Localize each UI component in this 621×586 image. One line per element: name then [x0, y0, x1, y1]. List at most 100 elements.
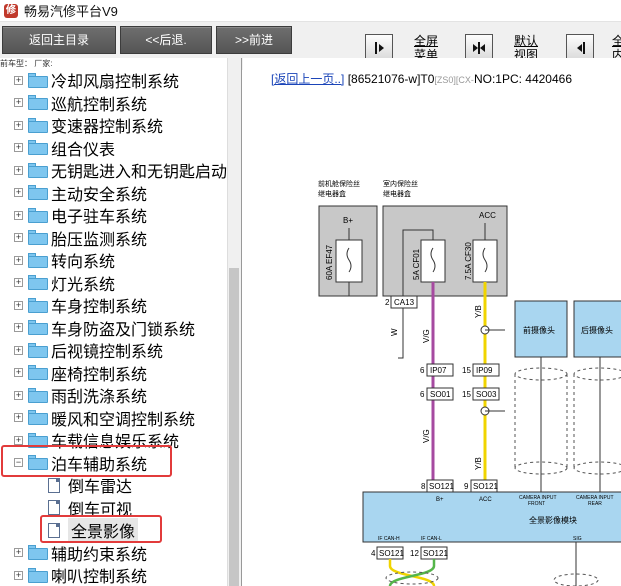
- folder-icon: [28, 387, 48, 403]
- expand-icon[interactable]: +: [14, 75, 23, 85]
- back-button[interactable]: <<后退.: [120, 26, 212, 54]
- tree-item-label: 辅助约束系统: [51, 546, 148, 564]
- fuse-ef47-label: 60A EF47: [325, 244, 334, 280]
- document-icon: [48, 477, 60, 493]
- tree-item[interactable]: + 灯光系统: [0, 272, 115, 294]
- front-fuse-box-title-1: 前机舱保险丝: [318, 179, 360, 188]
- highlight-panoramic-view: [40, 515, 162, 543]
- tree-item-label: 车身控制系统: [51, 299, 148, 316]
- expand-icon[interactable]: +: [14, 390, 23, 400]
- expand-icon[interactable]: +: [14, 255, 23, 265]
- tree-scrollbar[interactable]: [227, 58, 241, 586]
- expand-icon[interactable]: +: [14, 188, 23, 197]
- interior-fuse-box-title-1: 室内保险丝: [383, 179, 418, 188]
- tree-item[interactable]: + 后视镜控制系统: [0, 339, 163, 361]
- tree-item[interactable]: + 车身防盗及门锁系统: [0, 317, 195, 339]
- connector-so01-label: SO01: [430, 390, 451, 399]
- expand-icon[interactable]: +: [14, 368, 23, 377]
- tree-item[interactable]: + 巡航控制系统: [0, 92, 147, 114]
- tree-item[interactable]: + 喇叭控制系统: [0, 564, 147, 586]
- tree-item[interactable]: + 暖风和空调控制系统: [0, 407, 195, 429]
- pin-15b-label: 15: [462, 390, 471, 399]
- expand-icon[interactable]: +: [14, 548, 23, 557]
- fuse-cf01: [420, 239, 446, 283]
- connector-so121-b-label: SO121: [473, 482, 498, 491]
- folder-icon: [28, 275, 48, 290]
- expand-icon[interactable]: +: [14, 165, 23, 175]
- tree-item[interactable]: + 冷却风扇控制系统: [0, 69, 179, 91]
- expand-icon[interactable]: +: [14, 300, 23, 310]
- tree-item[interactable]: + 辅助约束系统: [0, 542, 147, 564]
- tree-item-label: 胎压监测系统: [51, 231, 148, 249]
- pin-4-label: 4: [371, 549, 376, 558]
- expand-icon[interactable]: +: [14, 98, 23, 107]
- expand-icon[interactable]: +: [14, 120, 23, 130]
- tree-item[interactable]: + 转向系统: [0, 249, 115, 271]
- tree-item[interactable]: + 无钥匙进入和无钥匙启动: [0, 159, 227, 181]
- folder-icon: [28, 117, 48, 133]
- folder-icon: [28, 567, 48, 583]
- wire-w-label: W: [390, 328, 399, 336]
- front-fuse-box-title-2: 继电器盒: [318, 189, 346, 198]
- forward-button[interactable]: >>前进: [216, 26, 292, 54]
- tree-item[interactable]: + 主动安全系统: [0, 182, 147, 204]
- tree-item-label: 无钥匙进入和无钥匙启动: [51, 164, 228, 181]
- system-tree-pane: 前车型： 厂家: + 冷却风扇控制系统 + 巡航控制系统 + 变速器控制系统 + 组合仪表 + 无…: [0, 58, 242, 586]
- camera-rear-input-label-2: REAR: [588, 501, 602, 507]
- expand-icon[interactable]: +: [14, 278, 23, 287]
- connector-so121-c-label: SO121: [379, 549, 404, 558]
- tree-item[interactable]: + 电子驻车系统: [0, 204, 147, 226]
- sig-label: SIG: [573, 536, 582, 542]
- highlight-parking-assist: [1, 445, 172, 477]
- window-title: 畅易汽修平台V9: [24, 4, 118, 19]
- tree-item[interactable]: + 雨刮洗涤系统: [0, 384, 147, 406]
- folder-icon: [28, 342, 48, 358]
- tree-item-label: 灯光系统: [51, 276, 116, 294]
- expand-icon[interactable]: +: [14, 233, 23, 242]
- fit-icon: [473, 42, 485, 54]
- tree-item-label: 座椅控制系统: [51, 366, 148, 384]
- pin-8-label: 8: [421, 482, 426, 491]
- pin-15a-label: 15: [462, 366, 471, 375]
- wire-vg-label-2: V/G: [422, 429, 431, 443]
- module-bplus-label: B+: [436, 497, 444, 503]
- back-to-main-button[interactable]: 返回主目录: [2, 26, 116, 54]
- tree-item-label: 电子驻车系统: [51, 209, 148, 226]
- interior-fuse-box-title-2: 继电器盒: [383, 189, 411, 198]
- tree-item-label: 喇叭控制系统: [51, 569, 148, 586]
- fuse-cf30-label: 7.5A CF30: [464, 242, 473, 280]
- collapse-icon: [577, 42, 585, 54]
- expand-icon[interactable]: +: [14, 435, 23, 445]
- pin-6b-label: 6: [420, 390, 425, 399]
- tree-item-label: 雨刮洗涤系统: [51, 389, 148, 406]
- expand-icon[interactable]: +: [14, 210, 23, 220]
- fuse-cf30: [472, 239, 498, 283]
- tree-item-label: 组合仪表: [51, 141, 116, 159]
- expand-icon: [375, 42, 384, 54]
- expand-icon[interactable]: +: [14, 413, 23, 422]
- wire-yb-label-1: Y/B: [474, 305, 483, 318]
- tree-scrollbar-thumb[interactable]: [229, 268, 239, 586]
- camera-front-input-label-2: FRONT: [528, 501, 545, 507]
- expand-icon[interactable]: +: [14, 570, 23, 580]
- connector-so121-d-label: SO121: [423, 549, 448, 558]
- tree-item[interactable]: + 车身控制系统: [0, 294, 147, 316]
- expand-icon[interactable]: +: [14, 345, 23, 355]
- tree-item[interactable]: + 变速器控制系统: [0, 114, 163, 136]
- tree-item[interactable]: + 胎压监测系统: [0, 227, 147, 249]
- folder-icon: [28, 230, 48, 245]
- diagram-pane: [返回上一页..] [86521076-w]T0[ZS0][CX-NO:1PC:…: [243, 58, 621, 586]
- tree-item[interactable]: + 组合仪表: [0, 137, 115, 159]
- document-icon: [48, 500, 60, 515]
- expand-icon[interactable]: +: [14, 323, 23, 332]
- folder-icon: [28, 252, 48, 268]
- wiring-diagram: 前机舱保险丝 继电器盒 B+ 60A EF47 室内保险丝 继电器盒 ACC 5…: [318, 179, 621, 586]
- tree-item-label: 变速器控制系统: [51, 119, 164, 136]
- tree-item-label: 冷却风扇控制系统: [51, 74, 180, 91]
- expand-icon[interactable]: +: [14, 143, 23, 152]
- rear-camera-shield: [573, 367, 621, 475]
- pin-6a-label: 6: [420, 366, 425, 375]
- tree-item[interactable]: 倒车雷达: [0, 474, 132, 496]
- tree-item-label: 巡航控制系统: [51, 96, 148, 114]
- tree-item[interactable]: + 座椅控制系统: [0, 362, 147, 384]
